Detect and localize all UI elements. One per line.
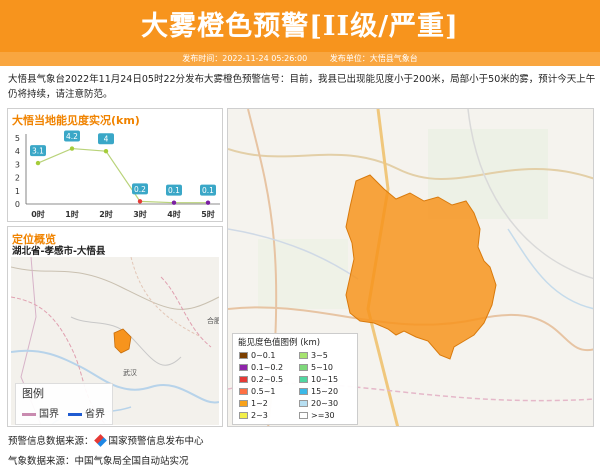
- legend-item: 0.2~0.5: [239, 374, 283, 385]
- visibility-chart: 0 1 2 3 4 5 0时 1时 2时 3时 4时 5时 3.1 4.2 4 0.2 0.1 0.1: [15, 130, 220, 219]
- region-name: 湖北省-孝感市-大悟县: [12, 246, 106, 257]
- legend-item: 5~10: [299, 362, 333, 373]
- publisher: 发布单位：大悟县气象台: [329, 54, 418, 63]
- legend-swatch: [299, 364, 308, 371]
- x-tick-label: 0时: [31, 209, 45, 219]
- data-label: 0.2: [134, 185, 146, 194]
- visibility-series-line: [37, 147, 208, 204]
- legend-item: 0.5~1: [239, 386, 276, 397]
- weather-source-line: 气象数据来源：中国气象局全国自动站实况: [8, 456, 189, 467]
- hefei-label: 合肥: [207, 316, 219, 325]
- visibility-point: [137, 199, 143, 204]
- legend-swatch: [239, 364, 248, 371]
- data-label: 0.1: [168, 186, 180, 195]
- legend-item: 10~15: [299, 374, 338, 385]
- visibility-legend-title: 能见度色值图例 (km): [238, 338, 321, 348]
- y-tick-label: 0: [15, 200, 20, 209]
- warning-header: 大雾橙色预警[II级/严重]: [0, 0, 600, 52]
- legend-swatch: [239, 388, 248, 395]
- warning-center-link[interactable]: 国家预警信息发布中心: [109, 436, 204, 447]
- warning-description: 大悟县气象台2022年11月24日05时22分发布大雾橙色预警信号：目前，我县已…: [8, 74, 596, 100]
- legend-swatch: [299, 412, 308, 419]
- visibility-color-legend: 能见度色值图例 (km) 0~0.1 3~5 0.1~0.2 5~10 0.2~…: [232, 333, 358, 425]
- visibility-point: [35, 160, 41, 166]
- data-label: 3.1: [32, 147, 44, 156]
- location-overview-map[interactable]: 合肥 武汉 图例 国界 省界: [11, 257, 219, 425]
- publish-time: 发布时间：2022-11-24 05:26:00: [182, 54, 308, 63]
- data-label: 0.1: [202, 186, 214, 195]
- visibility-point: [171, 200, 177, 205]
- legend-swatch: [239, 352, 248, 359]
- x-tick-label: 3时: [133, 209, 147, 219]
- national-border-swatch: [22, 412, 36, 416]
- publish-info-bar: 发布时间：2022-11-24 05:26:00 发布单位：大悟县气象台: [0, 52, 600, 66]
- location-panel: 定位概览 湖北省-孝感市-大悟县 合肥 武汉 图例 国界 省界: [7, 226, 223, 427]
- legend-item: 15~20: [299, 386, 338, 397]
- warning-source-line: 预警信息数据来源： 国家预警信息发布中心: [8, 434, 204, 447]
- legend-swatch: [239, 376, 248, 383]
- visibility-point: [103, 149, 109, 154]
- data-label: 4.2: [66, 132, 78, 141]
- x-tick-label: 5时: [201, 209, 215, 219]
- legend-swatch: [239, 412, 248, 419]
- legend-swatch: [299, 388, 308, 395]
- y-tick-label: 1: [15, 187, 20, 196]
- visibility-point: [205, 200, 211, 205]
- visibility-panel: 大悟当地能见度实况(km) 0 1 2 3 4 5 0时 1时 2时 3时 4时 5时 3.1 4.2 4 0…: [7, 108, 223, 222]
- legend-item: 20~30: [299, 398, 338, 409]
- visibility-point: [69, 146, 75, 151]
- legend-item: 3~5: [299, 350, 328, 361]
- provincial-border-swatch: [68, 412, 82, 416]
- data-label: 4: [104, 135, 109, 144]
- x-tick-label: 2时: [99, 209, 113, 219]
- legend-swatch: [299, 352, 308, 359]
- legend-item: 0.1~0.2: [239, 362, 283, 373]
- legend-item: 1~2: [239, 398, 268, 409]
- legend-item: 0~0.1: [239, 350, 276, 361]
- warning-center-logo-icon: [93, 434, 107, 447]
- y-tick-label: 3: [15, 160, 20, 169]
- wuhan-label: 武汉: [123, 368, 137, 377]
- legend-provincial-border: 省界: [68, 405, 105, 420]
- main-map[interactable]: 能见度色值图例 (km) 0~0.1 3~5 0.1~0.2 5~10 0.2~…: [227, 108, 594, 427]
- overview-legend-title: 图例: [22, 387, 44, 400]
- warning-title: 大雾橙色预警[II级/严重]: [141, 11, 459, 42]
- x-tick-label: 1时: [65, 209, 79, 219]
- legend-swatch: [299, 400, 308, 407]
- legend-national-border: 国界: [22, 405, 59, 420]
- x-tick-label: 4时: [167, 209, 181, 219]
- y-tick-label: 2: [15, 174, 20, 183]
- legend-swatch: [239, 400, 248, 407]
- y-tick-label: 5: [15, 134, 20, 143]
- legend-swatch: [299, 376, 308, 383]
- legend-item: 2~3: [239, 410, 268, 421]
- y-tick-label: 4: [15, 147, 20, 156]
- overview-legend: 图例 国界 省界: [15, 383, 113, 425]
- legend-item: >=30: [299, 410, 335, 421]
